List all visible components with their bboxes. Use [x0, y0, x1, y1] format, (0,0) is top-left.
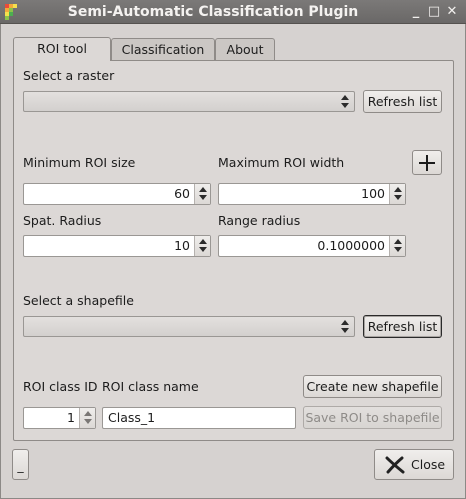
close-button[interactable]: Close	[374, 449, 454, 480]
close-label: Close	[411, 457, 446, 472]
spin-down-icon[interactable]	[84, 419, 92, 424]
shapefile-refresh-button[interactable]: Refresh list	[363, 315, 442, 338]
shapefile-label: Select a shapefile	[23, 293, 134, 308]
minimize-button[interactable]: _	[407, 3, 425, 21]
spat-radius-spinbox[interactable]: 10	[23, 235, 211, 257]
roi-class-id-spinbox[interactable]: 1	[23, 407, 96, 429]
roi-class-name-label: ROI class name	[102, 379, 199, 394]
spin-buttons[interactable]	[389, 184, 405, 204]
spin-up-icon[interactable]	[199, 187, 207, 192]
spin-down-icon[interactable]	[394, 247, 402, 252]
spin-up-icon[interactable]	[84, 411, 92, 416]
spin-up-icon[interactable]	[394, 187, 402, 192]
plugin-icon	[5, 4, 17, 20]
spin-down-icon[interactable]	[199, 195, 207, 200]
window-title: Semi-Automatic Classification Plugin	[67, 4, 359, 20]
add-button[interactable]	[412, 150, 442, 175]
raster-select[interactable]	[23, 91, 355, 112]
title-bar[interactable]: Semi-Automatic Classification Plugin _ □…	[0, 0, 466, 24]
range-radius-label: Range radius	[218, 213, 301, 228]
roi-class-id-label: ROI class ID	[23, 379, 98, 394]
spin-buttons[interactable]	[79, 408, 95, 428]
updown-arrows-icon	[341, 320, 349, 333]
spin-down-icon[interactable]	[199, 247, 207, 252]
spin-buttons[interactable]	[389, 236, 405, 256]
maximize-button[interactable]: □	[425, 3, 443, 21]
tab-about[interactable]: About	[215, 38, 275, 60]
min-roi-size-spinbox[interactable]: 60	[23, 183, 211, 205]
roi-class-id-value: 1	[67, 410, 75, 425]
create-shapefile-button[interactable]: Create new shapefile	[303, 375, 442, 398]
spat-radius-value: 10	[174, 238, 190, 253]
max-roi-width-spinbox[interactable]: 100	[218, 183, 406, 205]
min-roi-size-label: Minimum ROI size	[23, 155, 136, 170]
save-roi-button[interactable]: Save ROI to shapefile	[303, 406, 442, 429]
spin-up-icon[interactable]	[199, 239, 207, 244]
toggle-button[interactable]: _	[12, 449, 29, 480]
spin-down-icon[interactable]	[394, 195, 402, 200]
spin-up-icon[interactable]	[394, 239, 402, 244]
roi-class-name-input[interactable]: Class_1	[102, 407, 296, 429]
spin-buttons[interactable]	[194, 236, 210, 256]
range-radius-value: 0.1000000	[317, 238, 385, 253]
max-roi-width-value: 100	[361, 186, 385, 201]
spat-radius-label: Spat. Radius	[23, 213, 102, 228]
updown-arrows-icon	[341, 95, 349, 108]
close-icon	[385, 456, 405, 474]
range-radius-spinbox[interactable]: 0.1000000	[218, 235, 406, 257]
raster-refresh-button[interactable]: Refresh list	[363, 90, 442, 113]
tab-classification[interactable]: Classification	[111, 38, 215, 60]
shapefile-select[interactable]	[23, 316, 355, 337]
raster-label: Select a raster	[23, 68, 115, 83]
tab-roi-tool[interactable]: ROI tool	[13, 37, 111, 61]
min-roi-size-value: 60	[174, 186, 190, 201]
spin-buttons[interactable]	[194, 184, 210, 204]
plus-icon	[419, 155, 435, 171]
max-roi-width-label: Maximum ROI width	[218, 155, 345, 170]
window-close-button[interactable]: ✕	[443, 3, 461, 21]
